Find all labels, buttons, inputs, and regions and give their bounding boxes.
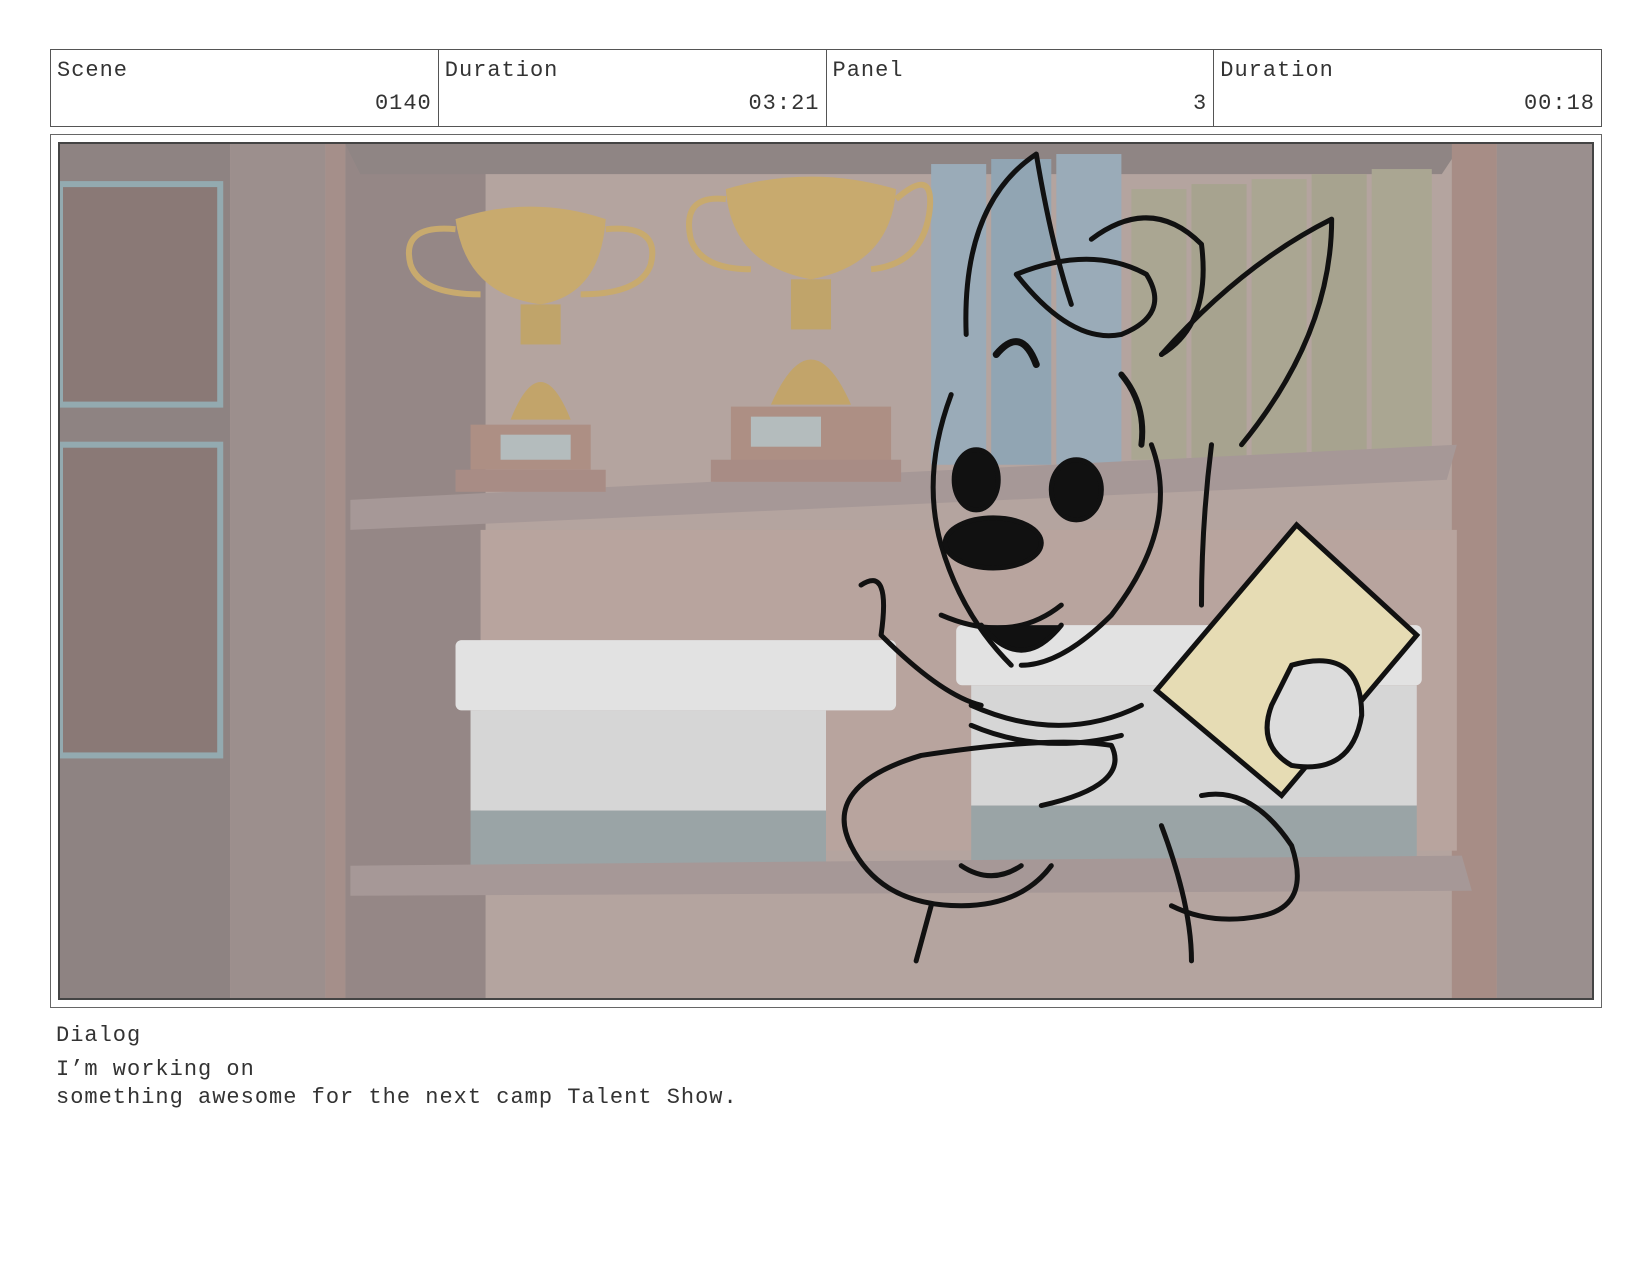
scene-duration-value: 03:21 bbox=[748, 91, 820, 116]
scene-label: Scene bbox=[57, 58, 129, 83]
dialog-text: I’m working on something awesome for the… bbox=[56, 1056, 738, 1112]
scene-cell: Scene 0140 bbox=[51, 50, 439, 126]
storyboard-panel-frame bbox=[50, 134, 1602, 1008]
dialog-line-2: something awesome for the next camp Tale… bbox=[56, 1085, 738, 1110]
dialog-label: Dialog bbox=[56, 1023, 142, 1048]
panel-duration-value: 00:18 bbox=[1523, 91, 1595, 116]
panel-duration-label: Duration bbox=[1220, 58, 1334, 83]
left-window-lower bbox=[60, 441, 224, 759]
top-shelf bbox=[345, 144, 1462, 175]
right-wall bbox=[1496, 144, 1592, 998]
book-green-2 bbox=[1191, 184, 1247, 460]
scene-duration-label: Duration bbox=[444, 58, 559, 83]
panel-label: Panel bbox=[832, 58, 904, 83]
panel-value: 3 bbox=[1193, 91, 1208, 116]
storyboard-panel-image bbox=[58, 142, 1594, 1000]
shelf-side-left bbox=[325, 144, 346, 998]
book-blue-1 bbox=[931, 164, 987, 465]
panel-cell: Panel 3 bbox=[827, 50, 1215, 126]
left-window-upper bbox=[60, 181, 224, 408]
scene-value: 0140 bbox=[374, 91, 432, 116]
panel-illustration bbox=[60, 144, 1592, 998]
book-blue-3 bbox=[1056, 154, 1122, 465]
book-green-4 bbox=[1311, 174, 1367, 460]
book-green-5 bbox=[1371, 169, 1432, 460]
panel-duration-cell: Duration 00:18 bbox=[1214, 50, 1601, 126]
left-pillar bbox=[230, 144, 326, 998]
scene-duration-cell: Duration 03:21 bbox=[439, 50, 827, 126]
storyboard-header: Scene 0140 Duration 03:21 Panel 3 Durati… bbox=[50, 49, 1602, 127]
book-blue-2 bbox=[991, 159, 1052, 465]
dialog-line-1: I’m working on bbox=[56, 1057, 255, 1082]
